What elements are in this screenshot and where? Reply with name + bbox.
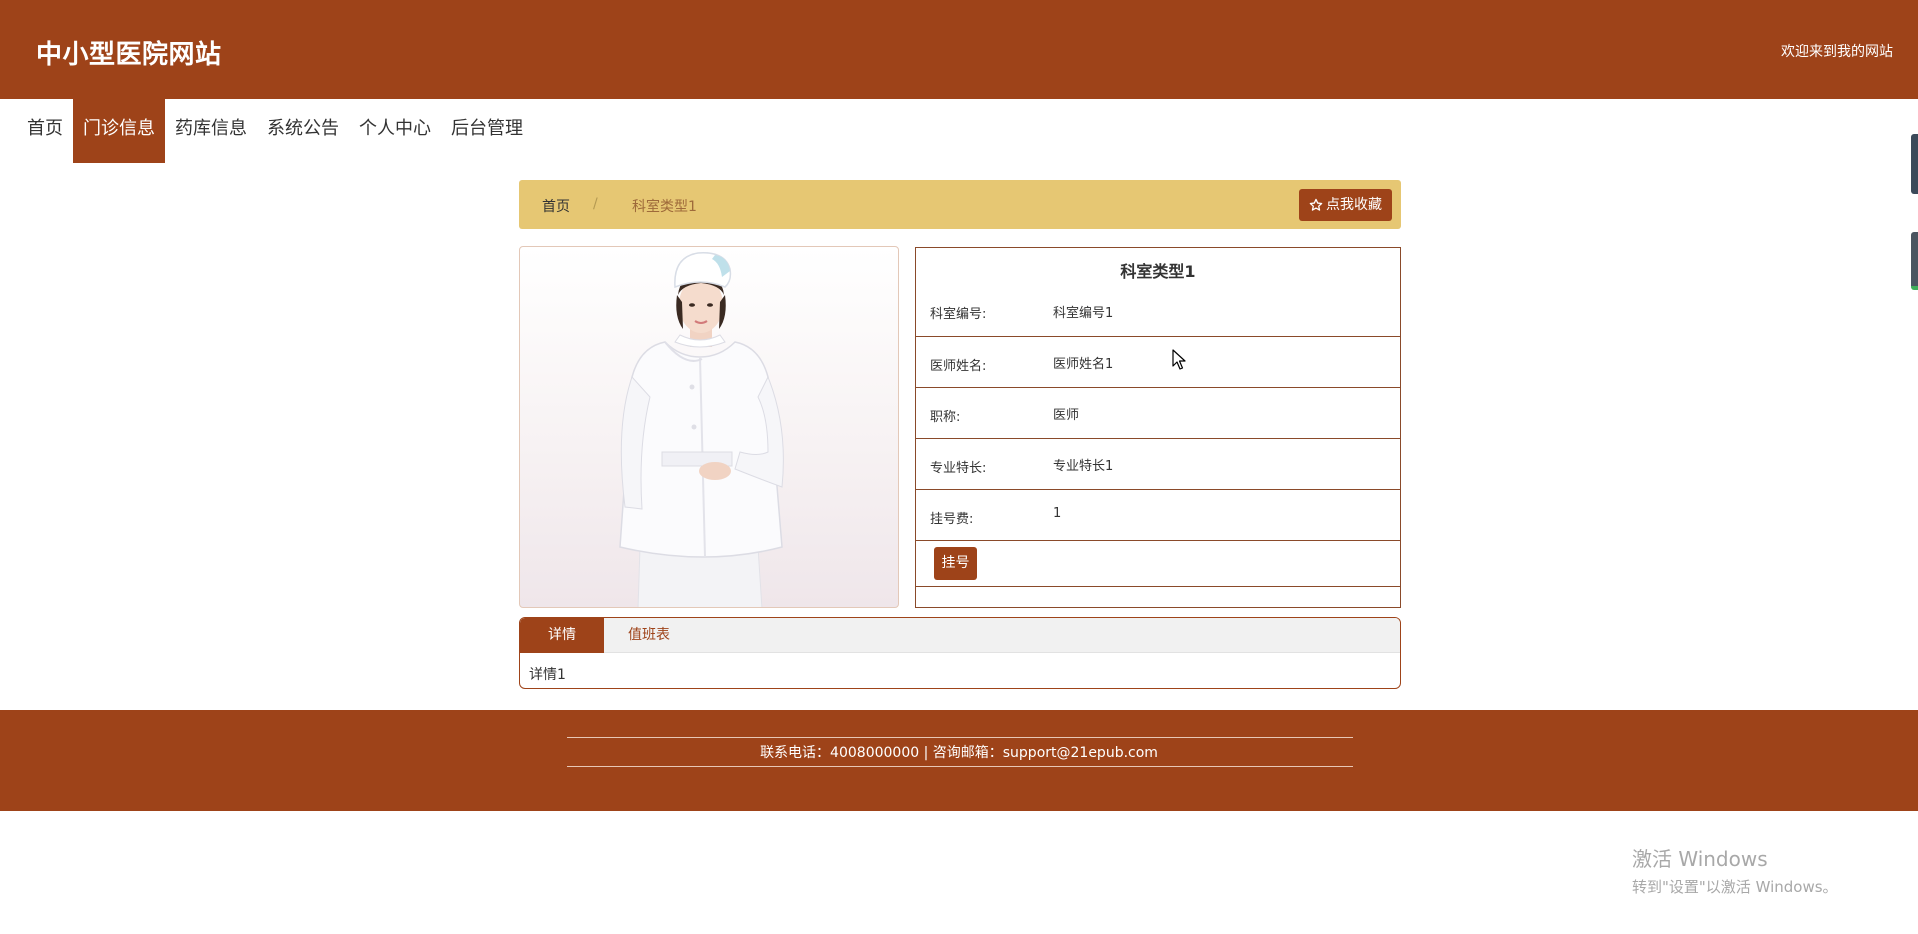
site-title[interactable]: 中小型医院网站 — [36, 34, 222, 71]
breadcrumb-current: 科室类型1 — [632, 199, 697, 215]
tab-details[interactable]: 详情 — [520, 618, 604, 653]
field-value: 医师 — [1053, 408, 1080, 423]
footer-contact: 联系电话：4008000000 | 咨询邮箱：support@21epub.co… — [760, 745, 1158, 761]
nav-item-clinic-info[interactable]: 门诊信息 — [73, 99, 165, 163]
field-label: 职称: — [930, 410, 961, 425]
welcome-text: 欢迎来到我的网站 — [1781, 44, 1893, 60]
nurse-illustration — [619, 252, 784, 607]
nav-item-personal-center[interactable]: 个人中心 — [349, 99, 441, 163]
breadcrumb: 首页 / 科室类型1 点我收藏 — [519, 180, 1401, 229]
field-label: 医师姓名: — [930, 359, 987, 374]
windows-activation-watermark: 激活 Windows 转到"设置"以激活 Windows。 — [1632, 843, 1838, 897]
footer-divider-bottom — [567, 766, 1353, 767]
field-label: 科室编号: — [930, 307, 987, 322]
breadcrumb-home-link[interactable]: 首页 — [542, 196, 570, 216]
main-nav: 首页 门诊信息 药库信息 系统公告 个人中心 后台管理 — [17, 99, 533, 163]
nav-item-home[interactable]: 首页 — [17, 99, 73, 163]
tab-header: 详情 值班表 — [520, 618, 1400, 653]
info-row-title: 职称: 医师 — [916, 388, 1400, 439]
side-widget-bottom[interactable] — [1911, 232, 1918, 290]
favorite-button-label: 点我收藏 — [1326, 197, 1382, 213]
activation-line-2: 转到"设置"以激活 Windows。 — [1632, 878, 1838, 896]
info-row-department-code: 科室编号: 科室编号1 — [916, 248, 1400, 337]
field-value: 科室编号1 — [1053, 306, 1114, 321]
site-footer: 联系电话：4008000000 | 咨询邮箱：support@21epub.co… — [0, 710, 1918, 811]
breadcrumb-separator: / — [593, 196, 598, 212]
nav-item-admin[interactable]: 后台管理 — [441, 99, 533, 163]
field-label: 挂号费: — [930, 512, 974, 527]
site-header: 中小型医院网站 欢迎来到我的网站 — [0, 0, 1918, 99]
footer-divider-top — [567, 737, 1353, 738]
register-button[interactable]: 挂号 — [934, 547, 977, 580]
info-row-doctor-name: 医师姓名: 医师姓名1 — [916, 337, 1400, 388]
info-row-actions — [916, 541, 1400, 587]
field-value: 1 — [1053, 506, 1062, 521]
field-value: 专业特长1 — [1053, 459, 1114, 474]
field-value: 医师姓名1 — [1053, 357, 1114, 372]
mouse-cursor-icon — [1172, 349, 1186, 370]
star-outline-icon — [1309, 198, 1323, 211]
doctor-photo — [519, 246, 899, 608]
tab-duty-schedule[interactable]: 值班表 — [604, 618, 694, 653]
field-label: 专业特长: — [930, 461, 987, 476]
info-row-specialty: 专业特长: 专业特长1 — [916, 439, 1400, 490]
side-widget-top[interactable] — [1911, 134, 1918, 194]
nav-item-pharmacy-info[interactable]: 药库信息 — [165, 99, 257, 163]
activation-line-1: 激活 Windows — [1632, 847, 1768, 871]
detail-tabs: 详情 值班表 详情1 — [519, 617, 1401, 689]
info-row-registration-fee: 挂号费: 1 — [916, 490, 1400, 541]
department-info-panel: 科室类型1 科室编号: 科室编号1 医师姓名: 医师姓名1 职称: 医师 专业特… — [915, 247, 1401, 608]
tab-content: 详情1 — [529, 667, 566, 683]
nav-item-announcements[interactable]: 系统公告 — [257, 99, 349, 163]
favorite-button[interactable]: 点我收藏 — [1299, 189, 1392, 221]
